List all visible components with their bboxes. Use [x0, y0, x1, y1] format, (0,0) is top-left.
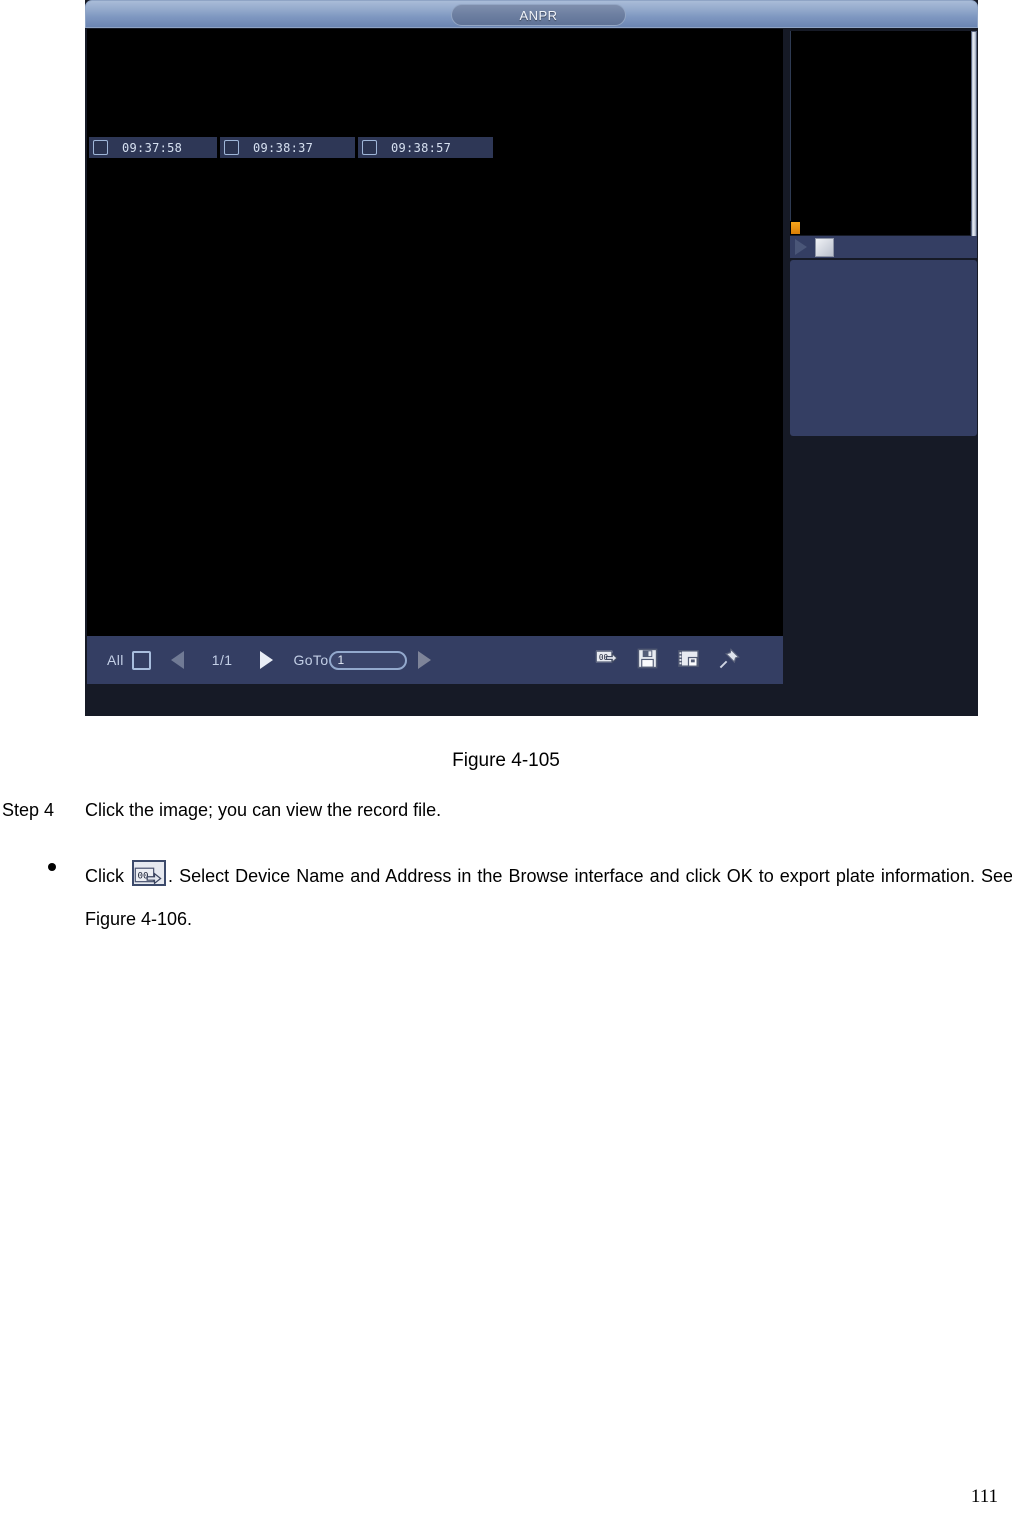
- preview-video[interactable]: [790, 31, 971, 221]
- anpr-window: ANPR 09:37:58 09:38:37 09:38:57 All 1/1 …: [85, 0, 978, 716]
- timeline-marker[interactable]: [791, 222, 800, 234]
- select-all-label: All: [107, 652, 124, 668]
- goto-input[interactable]: 1: [328, 650, 407, 670]
- figure-caption: Figure 4-105: [452, 750, 560, 771]
- toolbar-icon-group: 00: [595, 647, 741, 670]
- prev-page-icon[interactable]: [170, 651, 184, 669]
- timestamp-checkbox[interactable]: [93, 140, 108, 155]
- play-icon[interactable]: [795, 239, 807, 255]
- export-plate-icon: 00: [132, 860, 167, 886]
- preview-timeline[interactable]: [790, 221, 970, 235]
- timestamp-chip[interactable]: 09:37:58: [89, 137, 217, 158]
- timestamp-checkbox[interactable]: [362, 140, 377, 155]
- plate-capture-list[interactable]: 09:37:58 09:38:37 09:38:57: [87, 29, 783, 636]
- stop-icon[interactable]: [815, 237, 834, 257]
- save-floppy-icon[interactable]: [636, 647, 659, 670]
- timestamp-checkbox[interactable]: [224, 140, 239, 155]
- goto-go-icon[interactable]: [417, 651, 431, 669]
- preview-panel: [785, 29, 977, 684]
- goto-label: GoTo: [293, 652, 329, 668]
- step-text: Click the image; you can view the record…: [85, 800, 442, 820]
- timestamp-chip[interactable]: 09:38:37: [220, 137, 355, 158]
- list-toolbar: All 1/1 GoTo 1 00: [87, 636, 783, 684]
- window-title: ANPR: [451, 4, 626, 26]
- pin-icon[interactable]: [718, 647, 741, 670]
- page-indicator: 1/1: [211, 652, 233, 668]
- bullet-paragraph: Click 00 . Select Device Name and Addres…: [85, 855, 1012, 941]
- timestamp-label: 09:38:57: [391, 140, 452, 155]
- timestamp-chip-row: 09:37:58 09:38:37 09:38:57: [89, 137, 493, 158]
- timestamp-label: 09:38:37: [253, 140, 314, 155]
- next-page-icon[interactable]: [260, 651, 274, 669]
- export-plate-icon[interactable]: 00: [595, 647, 618, 670]
- step-label: Step 4: [2, 800, 55, 820]
- bullet-marker: [48, 863, 56, 871]
- preview-info-list[interactable]: [790, 260, 977, 436]
- window-titlebar: ANPR: [85, 0, 978, 28]
- bullet-rest-text: . Select Device Name and Address in the …: [85, 866, 1012, 929]
- timestamp-chip[interactable]: 09:38:57: [358, 137, 493, 158]
- timestamp-label: 09:37:58: [122, 140, 183, 155]
- page-number: 111: [970, 1486, 998, 1507]
- bullet-prefix-text: Click: [85, 866, 124, 886]
- preview-controls: [790, 236, 977, 258]
- select-all-checkbox[interactable]: [131, 650, 151, 670]
- save-video-icon[interactable]: [677, 647, 700, 670]
- preview-scrollbar[interactable]: [971, 31, 977, 239]
